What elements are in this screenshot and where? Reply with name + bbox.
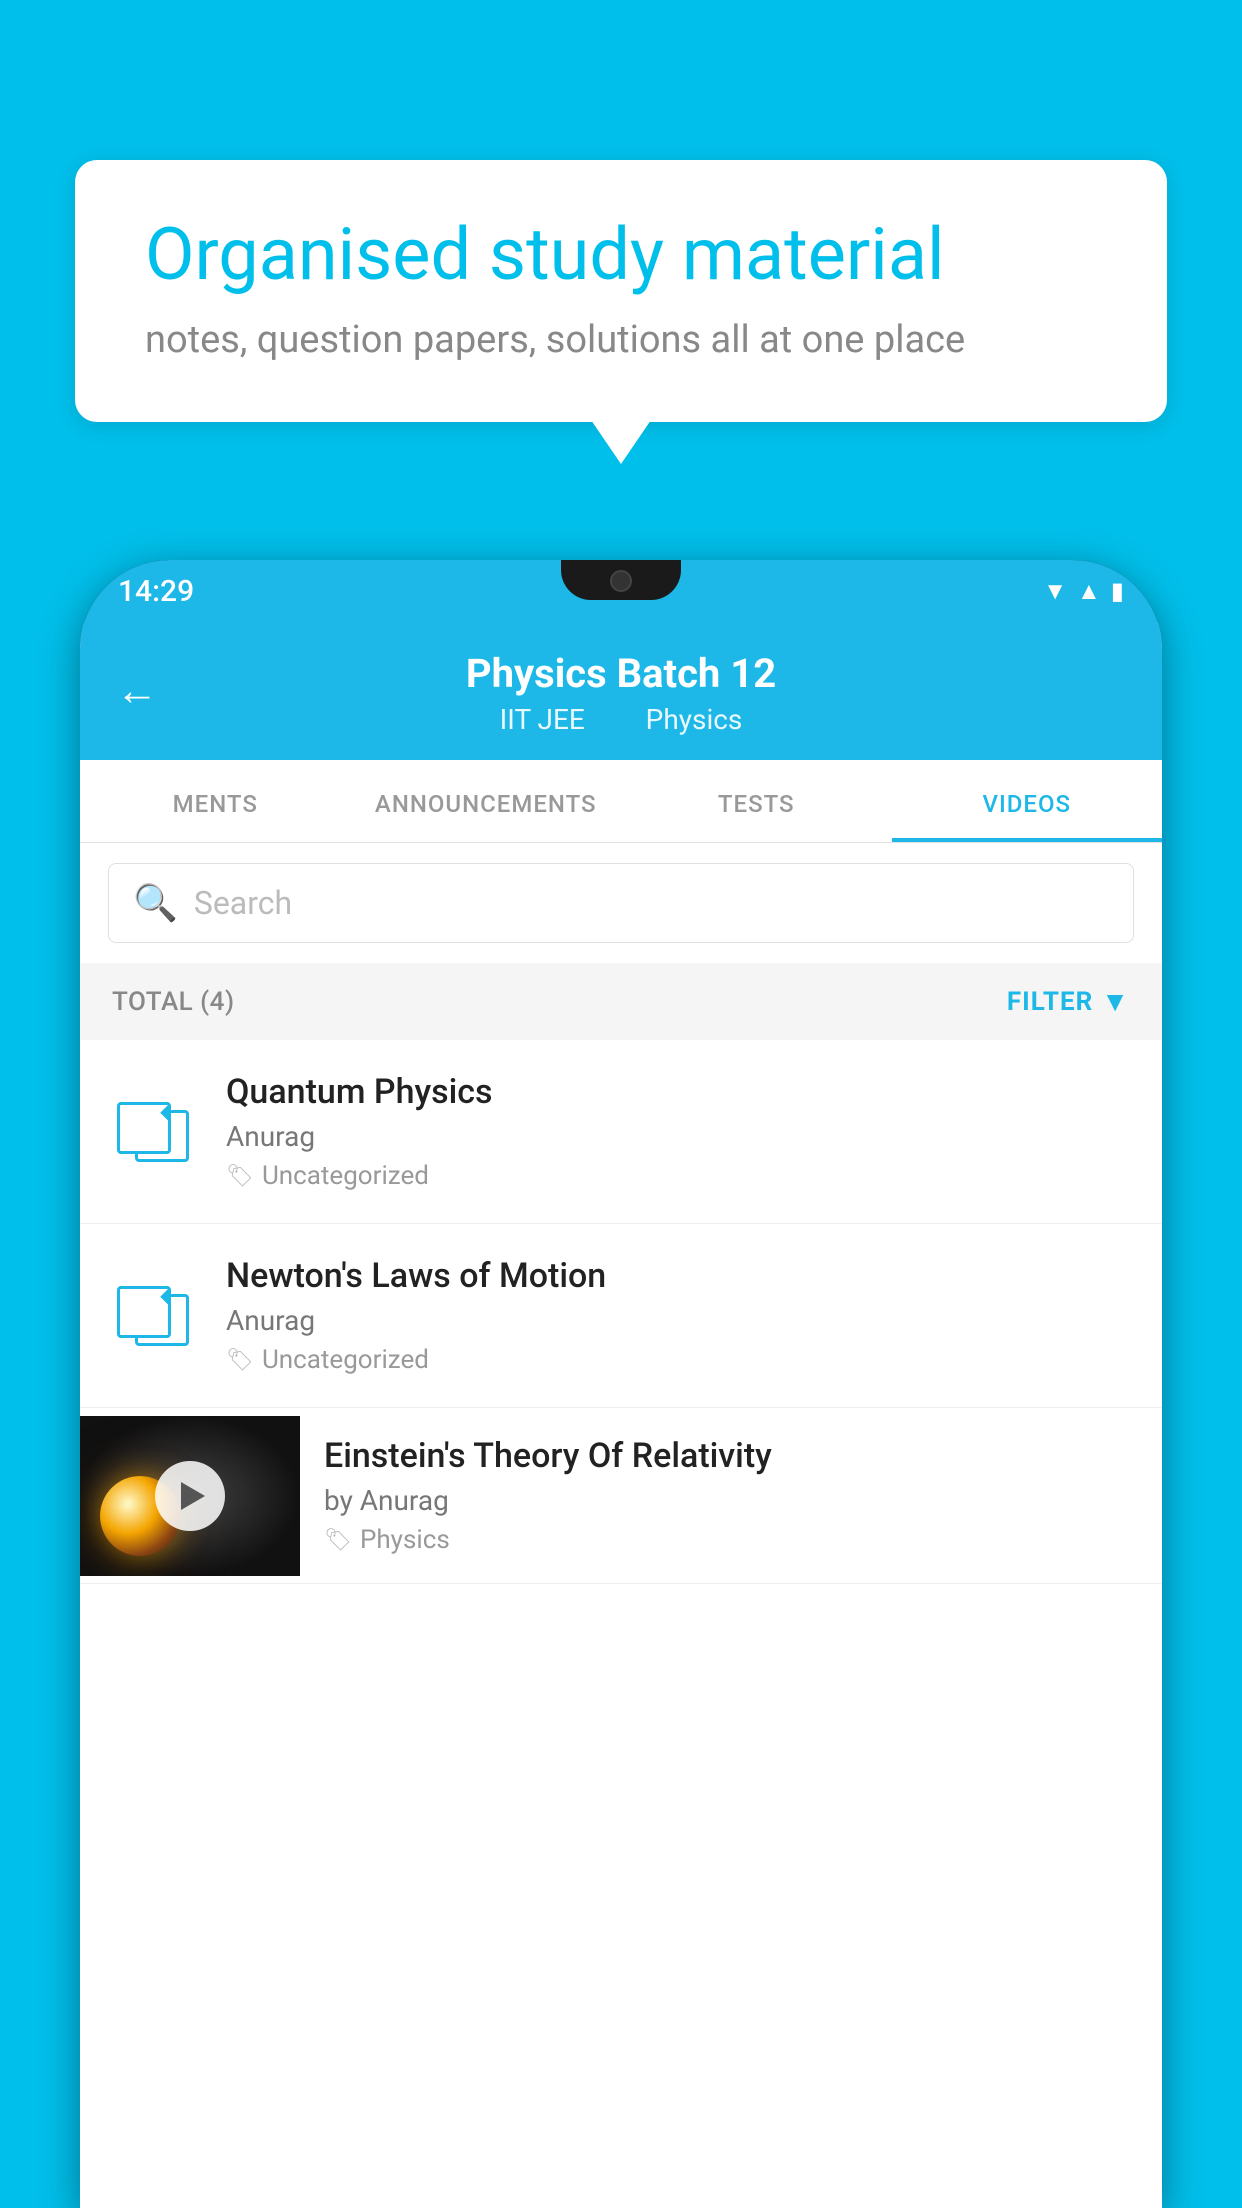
tag-label: Uncategorized [262, 1345, 429, 1375]
filter-bar: TOTAL (4) FILTER ▼ [80, 963, 1162, 1040]
video-author: by Anurag [324, 1484, 1138, 1517]
speech-bubble-subtitle: notes, question papers, solutions all at… [145, 318, 1097, 362]
video-tag: 🏷 Physics [324, 1525, 1138, 1555]
filter-icon: ▼ [1101, 985, 1130, 1018]
doc-front [117, 1102, 171, 1154]
tabs-bar: MENTS ANNOUNCEMENTS TESTS VIDEOS [80, 760, 1162, 843]
tag-label: Uncategorized [262, 1161, 429, 1191]
video-list: Quantum Physics Anurag 🏷 Uncategorized [80, 1040, 1162, 1584]
speech-bubble-title: Organised study material [145, 215, 1097, 294]
status-bar: 14:29 ▼ ▲ ▮ [80, 560, 1162, 622]
tag-icon: 🏷 [324, 1528, 352, 1553]
app-header: ← Physics Batch 12 IIT JEE Physics [80, 622, 1162, 760]
tab-ments[interactable]: MENTS [80, 760, 351, 842]
video-title: Newton's Laws of Motion [226, 1256, 1134, 1296]
search-icon: 🔍 [133, 882, 178, 924]
video-item-thumbnail[interactable]: Einstein's Theory Of Relativity by Anura… [80, 1408, 1162, 1584]
search-input[interactable]: Search [194, 884, 292, 922]
doc-front [117, 1286, 171, 1338]
tab-videos[interactable]: VIDEOS [892, 760, 1163, 842]
tag-icon: 🏷 [226, 1348, 254, 1373]
phone-screen: ← Physics Batch 12 IIT JEE Physics MENTS… [80, 622, 1162, 2208]
phone-frame: 14:29 ▼ ▲ ▮ ← Physics Batch 12 IIT JEE P… [80, 560, 1162, 2208]
play-icon [181, 1482, 205, 1510]
battery-icon: ▮ [1111, 577, 1124, 605]
status-icons: ▼ ▲ ▮ [1043, 577, 1124, 606]
video-author: Anurag [226, 1120, 1134, 1153]
filter-label: FILTER [1007, 987, 1093, 1017]
app-title: Physics Batch 12 [120, 650, 1122, 697]
tag-icon: 🏷 [226, 1164, 254, 1189]
video-tag: 🏷 Uncategorized [226, 1161, 1134, 1191]
video-item[interactable]: Newton's Laws of Motion Anurag 🏷 Uncateg… [80, 1224, 1162, 1408]
back-button[interactable]: ← [116, 667, 158, 716]
subtitle-iitjee: IIT JEE [500, 703, 585, 736]
thumbnail [80, 1416, 300, 1576]
documents-icon [117, 1286, 189, 1346]
video-item[interactable]: Quantum Physics Anurag 🏷 Uncategorized [80, 1040, 1162, 1224]
app-subtitle: IIT JEE Physics [120, 703, 1122, 736]
video-icon-wrap [108, 1102, 198, 1162]
subtitle-physics: Physics [646, 703, 743, 736]
video-icon-wrap [108, 1286, 198, 1346]
play-button[interactable] [155, 1461, 225, 1531]
tab-tests[interactable]: TESTS [621, 760, 892, 842]
notch [561, 560, 681, 600]
video-author: Anurag [226, 1304, 1134, 1337]
total-count: TOTAL (4) [112, 987, 235, 1017]
filter-button[interactable]: FILTER ▼ [1007, 985, 1130, 1018]
tab-announcements[interactable]: ANNOUNCEMENTS [351, 760, 622, 842]
wifi-icon: ▼ [1043, 577, 1067, 606]
documents-icon [117, 1102, 189, 1162]
video-title: Quantum Physics [226, 1072, 1134, 1112]
status-time: 14:29 [118, 574, 194, 609]
subtitle-separator [612, 703, 626, 736]
video-tag: 🏷 Uncategorized [226, 1345, 1134, 1375]
tag-label: Physics [360, 1525, 450, 1555]
signal-icon: ▲ [1077, 577, 1101, 606]
video-info: Einstein's Theory Of Relativity by Anura… [300, 1408, 1162, 1583]
video-info: Quantum Physics Anurag 🏷 Uncategorized [226, 1072, 1134, 1191]
video-info: Newton's Laws of Motion Anurag 🏷 Uncateg… [226, 1256, 1134, 1375]
front-camera [610, 570, 632, 592]
search-container: 🔍 Search [80, 843, 1162, 963]
speech-bubble: Organised study material notes, question… [75, 160, 1167, 422]
search-box[interactable]: 🔍 Search [108, 863, 1134, 943]
video-title: Einstein's Theory Of Relativity [324, 1436, 1138, 1476]
